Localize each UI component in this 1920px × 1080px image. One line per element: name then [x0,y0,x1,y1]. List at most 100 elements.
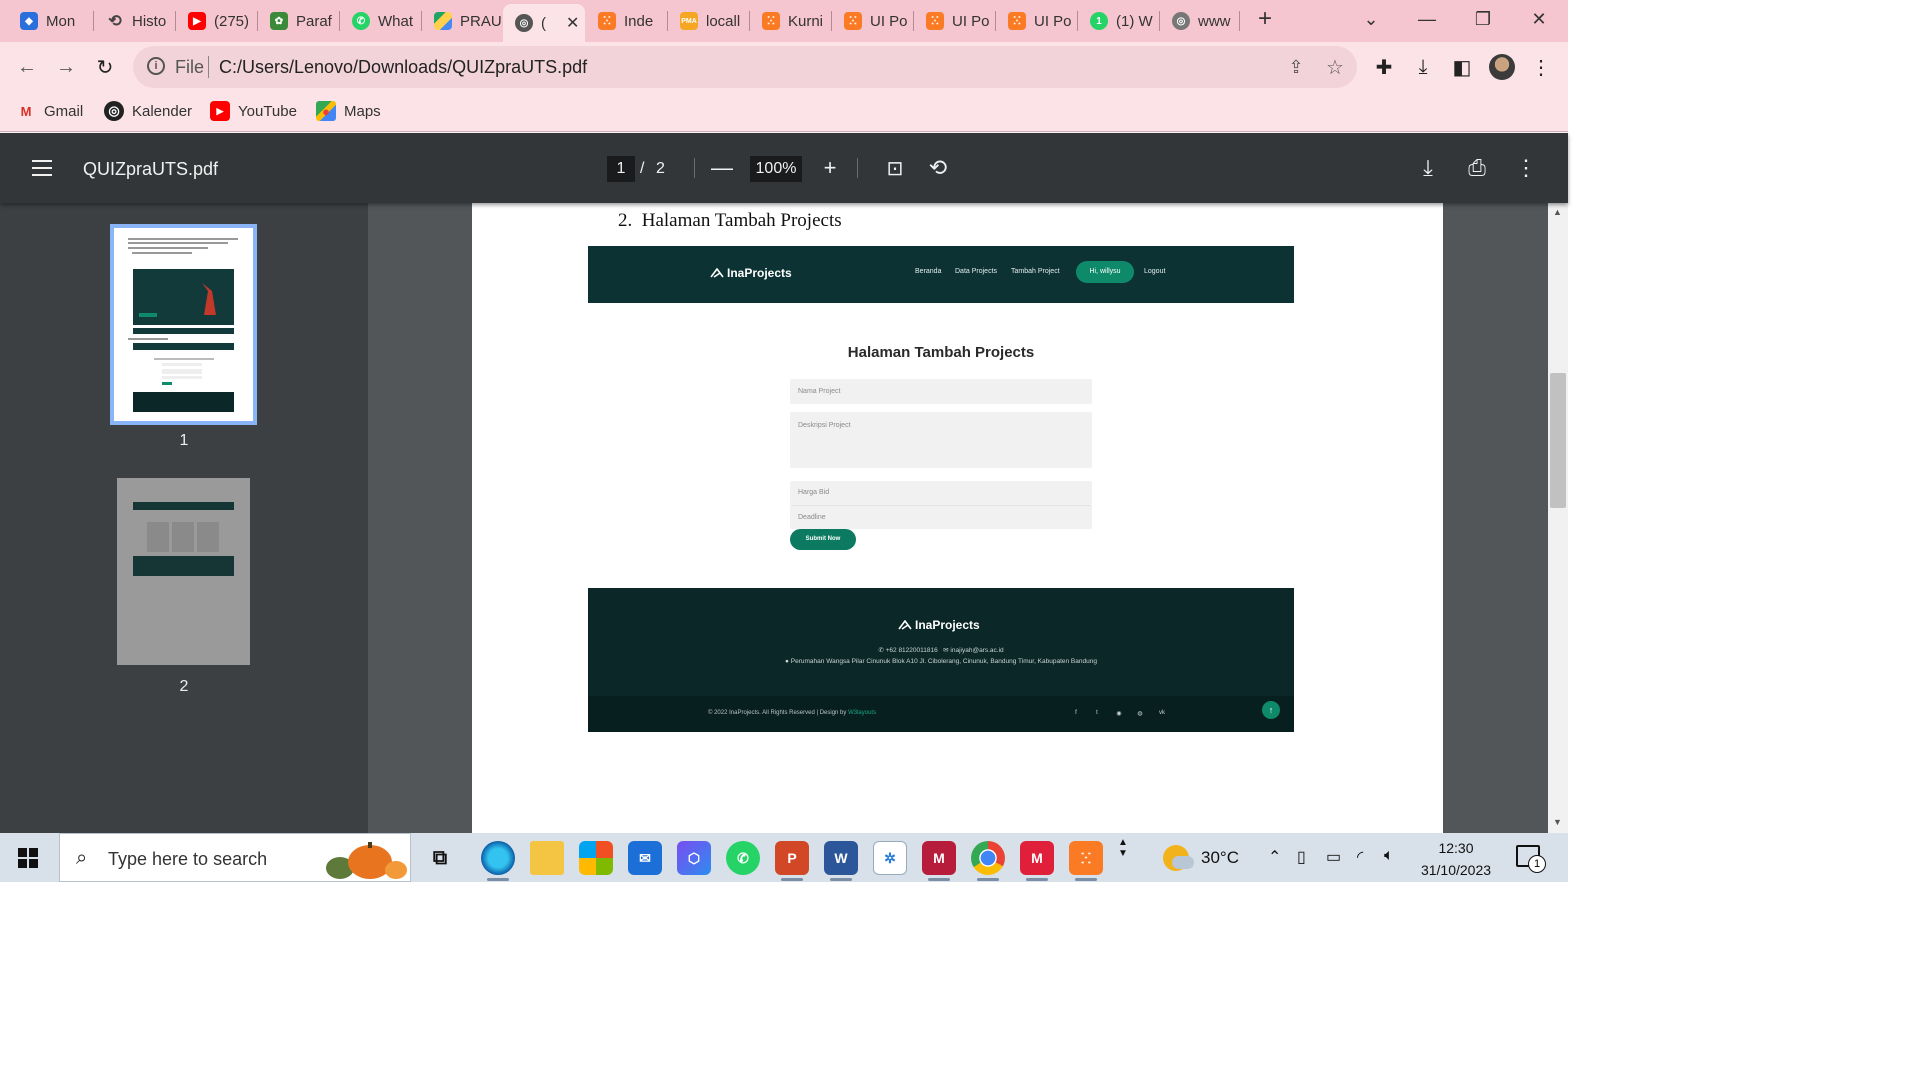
bookmark-star-icon[interactable]: ☆ [1320,52,1350,82]
task-view-icon[interactable]: ⧉ [423,841,457,875]
xampp-icon: ⵘ [1008,12,1026,30]
chrome-icon[interactable] [971,841,1005,881]
side-panel-icon[interactable]: ◧ [1447,52,1477,82]
bookmark-kalender[interactable]: ◎ Kalender [104,101,192,121]
youtube-icon: ▶ [188,12,206,30]
copilot-icon[interactable]: ⬡ [677,841,711,875]
scroll-up-icon[interactable]: ▲ [1553,207,1562,217]
tab-whatsapp-2[interactable]: 1 (1) W [1078,4,1158,38]
snipping-tool-icon[interactable]: ✲ [873,841,907,875]
windows-start-icon[interactable] [18,848,38,868]
rotate-icon[interactable]: ⟲ [924,154,952,182]
url-scheme-label: File [175,57,205,77]
pdf-toolbar: QUIZpraUTS.pdf 1 / 2 — 100% + ⊡ ⟲ ⤓ ⎙ ⋮ [0,133,1568,203]
bookmarks-bar: M Gmail ◎ Kalender ▶ YouTube ● Maps [0,92,1568,132]
clock[interactable]: 12:30 31/10/2023 [1410,837,1502,881]
pdf-viewer[interactable]: 2. Halaman Tambah Projects InaProjects B… [368,203,1568,833]
tab-active-pdf[interactable]: ◎(✕ [503,4,585,42]
close-window-button[interactable]: ✕ [1519,4,1559,34]
browser-toolbar: ← → ↻ i File C:/Users/Lenovo/Downloads/Q… [0,42,1568,92]
bookmark-youtube[interactable]: ▶ YouTube [210,101,297,121]
zoom-in-icon[interactable]: + [816,154,844,182]
phone-icon: ✆ [878,647,884,654]
battery-icon[interactable]: ▭ [1326,847,1341,867]
tab-ui-po-1[interactable]: ⵘ UI Po [832,4,912,38]
tab-index[interactable]: ⵘ Inde [586,4,666,38]
tab-localhost[interactable]: PMA locall [668,4,748,38]
thumbnail-2-preview [117,478,250,665]
minimize-button[interactable]: — [1407,4,1447,34]
zoom-level-input[interactable]: 100% [750,156,802,182]
powerpoint-icon[interactable]: P [775,841,809,881]
back-arrow-icon[interactable]: ← [12,52,42,82]
xampp-icon[interactable]: ⵘ [1069,841,1103,881]
info-icon[interactable]: i [147,57,165,75]
mendeley-reference-icon[interactable]: M [1020,841,1054,881]
tab-whatsapp[interactable]: ✆ What [340,4,420,38]
profile-avatar[interactable] [1487,52,1517,82]
windows-taskbar: ⌕ Type here to search ⧉ ✉ ⬡ ✆ P W ✲ M M … [0,833,1568,882]
reload-icon[interactable]: ↻ [90,52,120,82]
show-hidden-icons-chevron[interactable]: ⌃ [1268,847,1281,867]
downloads-icon[interactable]: ⤓ [1408,52,1438,82]
leaf-icon: ✿ [270,12,288,30]
tray-scroll-icon[interactable]: ▲ ▼ [1118,837,1128,859]
tab-ui-po-2[interactable]: ⵘ UI Po [914,4,994,38]
bookmark-gmail[interactable]: M Gmail [16,101,84,121]
notification-center-icon[interactable]: 1 [1516,845,1546,873]
xampp-icon: ⵘ [844,12,862,30]
tab-www[interactable]: ◎ www [1160,4,1238,38]
inaprojects-logo-icon [898,620,912,630]
tab-moodle[interactable]: ◆ Mon [8,4,88,38]
tab-kurni[interactable]: ⵘ Kurni [750,4,830,38]
bookmark-maps[interactable]: ● Maps [316,101,381,121]
location-pin-icon: ● [785,658,789,665]
volume-icon[interactable]: 🔈︎ [1384,847,1394,865]
microsoft-store-icon[interactable] [579,841,613,875]
file-explorer-icon[interactable] [530,841,564,875]
tab-paraf[interactable]: ✿ Paraf [258,4,338,38]
scrollbar-thumb[interactable] [1550,373,1566,508]
page-thumbnail-2[interactable] [117,478,250,665]
fit-page-icon[interactable]: ⊡ [881,154,909,182]
search-icon: ⌕ [76,847,88,869]
forward-arrow-icon[interactable]: → [51,52,81,82]
download-icon[interactable]: ⤓ [1414,154,1442,182]
mendeley-icon[interactable]: M [922,841,956,881]
more-options-icon[interactable]: ⋮ [1512,154,1540,182]
url-text[interactable]: C:/Users/Lenovo/Downloads/QUIZpraUTS.pdf [219,57,587,78]
word-icon[interactable]: W [824,841,858,881]
browser-menu-icon[interactable]: ⋮ [1526,52,1556,82]
tab-history[interactable]: ⟲ Histo [94,4,174,38]
mail-icon[interactable]: ✉ [628,841,662,875]
menu-hamburger-icon[interactable] [32,160,52,176]
twitter-icon: t [1096,710,1098,716]
page-thumbnail-1[interactable] [110,224,257,425]
tab-drive[interactable]: PRAU [422,4,502,38]
restore-button[interactable]: ❐ [1463,4,1503,34]
facebook-icon: f [1075,710,1077,716]
page-number-input[interactable]: 1 [607,156,635,182]
extensions-puzzle-icon[interactable]: ✚ [1369,52,1399,82]
print-icon[interactable]: ⎙ [1463,154,1491,182]
address-bar[interactable]: i File C:/Users/Lenovo/Downloads/QUIZpra… [133,46,1357,88]
thumbnail-2-label: 2 [179,678,189,695]
device-icon[interactable]: ▯ [1297,847,1306,867]
wifi-icon[interactable]: ◜ [1357,847,1363,867]
viewer-scrollbar[interactable]: ▲ ▼ [1548,203,1568,833]
tab-search-chevron-icon[interactable]: ⌄ [1351,4,1391,34]
zoom-out-icon[interactable]: — [708,154,736,182]
close-tab-icon[interactable]: ✕ [566,13,579,33]
new-tab-button[interactable]: + [1245,4,1285,34]
xampp-icon: ⵘ [926,12,944,30]
taskbar-search-box[interactable]: ⌕ Type here to search [59,833,411,882]
project-description-field: Deskripsi Project [790,412,1092,468]
tab-ui-po-3[interactable]: ⵘ UI Po [996,4,1076,38]
scroll-down-icon[interactable]: ▼ [1553,817,1562,827]
whatsapp-icon[interactable]: ✆ [726,841,760,875]
back-to-top-icon: ↑ [1262,701,1280,719]
share-icon[interactable]: ⇪ [1281,52,1311,82]
edge-icon[interactable] [481,841,515,881]
tab-youtube[interactable]: ▶ (275) [176,4,256,38]
weather-widget[interactable]: 30°C [1163,845,1239,871]
